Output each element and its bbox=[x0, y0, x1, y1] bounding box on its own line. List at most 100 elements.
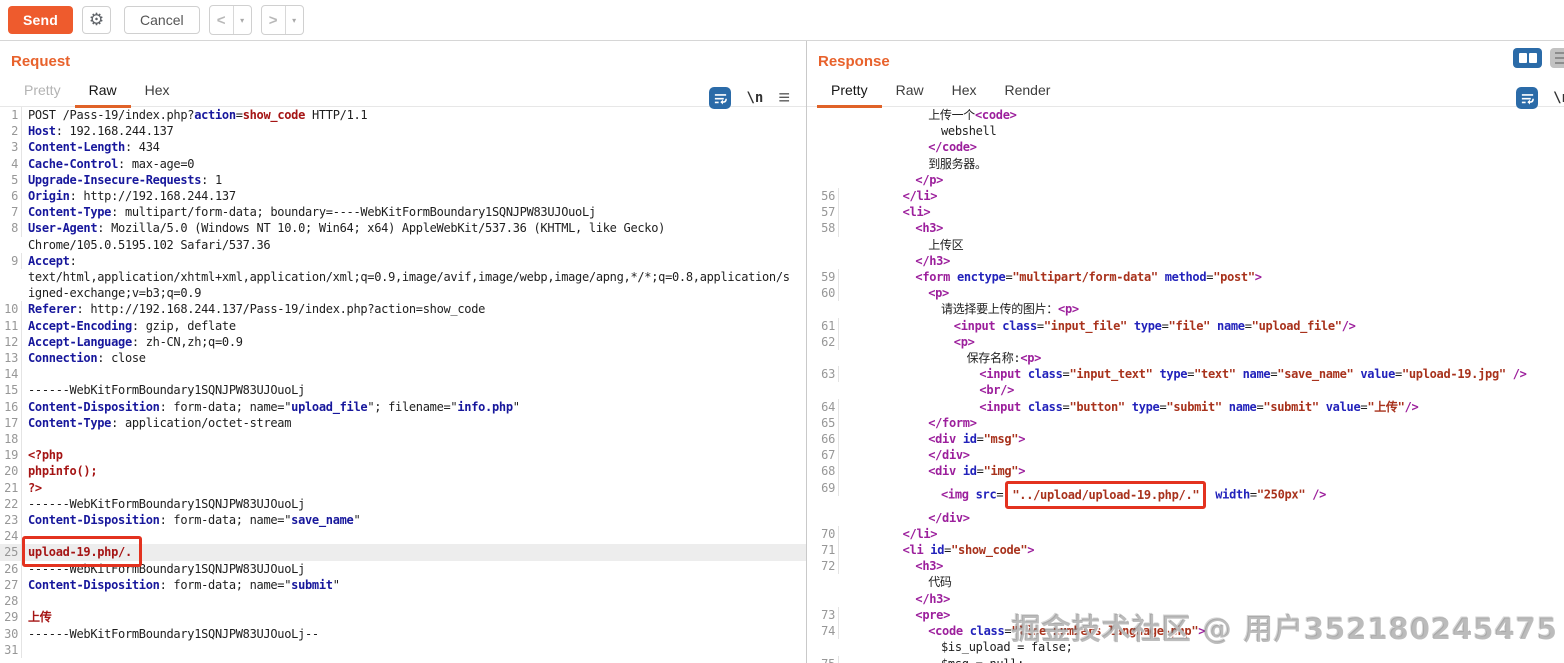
code-line: 68 <div id="img"> bbox=[807, 463, 1564, 480]
line-number: 70 bbox=[807, 525, 839, 543]
line-content: 保存名称:<p> bbox=[966, 351, 1042, 366]
code-line: 67 </div> bbox=[807, 447, 1564, 464]
line-content: Chrome/105.0.5195.102 Safari/537.36 bbox=[28, 237, 271, 252]
history-forward-combo: > ▾ bbox=[260, 5, 304, 35]
menu-icon[interactable]: ≡ bbox=[778, 88, 790, 108]
response-tabrow: Pretty Raw Hex Render bbox=[807, 74, 1564, 108]
line-number: 65 bbox=[807, 414, 839, 432]
line-content: ?> bbox=[28, 480, 42, 495]
line-content: <div id="img"> bbox=[928, 464, 1026, 479]
line-number: 60 bbox=[807, 285, 839, 302]
line-number: 59 bbox=[807, 269, 839, 286]
code-line: 到服务器。 bbox=[807, 156, 1564, 172]
code-line: 请选择要上传的图片：<p> bbox=[807, 301, 1564, 317]
response-icon-strip: \n bbox=[1516, 87, 1564, 109]
request-tabrow: Pretty Raw Hex bbox=[0, 74, 806, 108]
code-line: 保存名称:<p> bbox=[807, 350, 1564, 366]
line-content: Host: 192.168.244.137 bbox=[28, 124, 174, 139]
line-content: Accept-Encoding: gzip, deflate bbox=[28, 318, 236, 333]
line-content: <li> bbox=[902, 205, 931, 220]
line-number: 15 bbox=[0, 382, 22, 399]
line-number: 18 bbox=[0, 431, 22, 448]
line-content: Referer: http://192.168.244.137/Pass-19/… bbox=[28, 302, 486, 317]
line-content: <input class="input_file" type="file" na… bbox=[953, 318, 1356, 333]
code-line: 19 <?php bbox=[0, 447, 806, 464]
line-number: 25 bbox=[0, 544, 22, 561]
line-content: <img src= "../upload/upload-19.php/." wid… bbox=[839, 480, 1326, 510]
code-line: </h3> bbox=[807, 253, 1564, 269]
request-icon-strip: \n ≡ bbox=[709, 87, 790, 109]
code-line: 3 Content-Length: 434 bbox=[0, 139, 806, 156]
word-wrap-icon[interactable] bbox=[709, 87, 732, 109]
line-content: <code class="line-numbers language-php"> bbox=[928, 624, 1206, 639]
code-line: 72 <h3> bbox=[807, 558, 1564, 575]
split-columns-icon[interactable] bbox=[1513, 48, 1542, 68]
code-line: 24 bbox=[0, 528, 806, 545]
tab-hex[interactable]: Hex bbox=[131, 82, 184, 108]
code-line: 30 ------WebKitFormBoundary1SQNJPW83UJOuo… bbox=[0, 625, 806, 642]
code-line: 20 phpinfo(); bbox=[0, 463, 806, 480]
line-content: ------WebKitFormBoundary1SQNJPW83UJOuoLj bbox=[28, 383, 305, 398]
code-line: Chrome/105.0.5195.102 Safari/537.36 bbox=[0, 237, 806, 253]
code-line: 63 <input class="input_text" type="text" … bbox=[807, 366, 1564, 383]
word-wrap-icon[interactable] bbox=[1516, 87, 1539, 109]
send-button[interactable]: Send bbox=[8, 6, 74, 34]
red-annotation-box: upload-19.php/. bbox=[22, 536, 142, 567]
gear-icon[interactable]: ⚙ bbox=[82, 6, 112, 34]
back-dropdown-icon[interactable]: ▾ bbox=[232, 6, 251, 34]
tab-pretty[interactable]: Pretty bbox=[10, 82, 75, 108]
code-line: </h3> bbox=[807, 591, 1564, 607]
menu-icon-clipped[interactable] bbox=[1550, 48, 1564, 68]
layout-icons bbox=[1513, 48, 1564, 68]
line-content: igned-exchange;v=b3;q=0.9 bbox=[28, 286, 202, 301]
line-number: 26 bbox=[0, 560, 22, 577]
line-content: Content-Length: 434 bbox=[28, 140, 160, 155]
code-line: 18 bbox=[0, 431, 806, 448]
line-content: <li id="show_code"> bbox=[902, 543, 1035, 558]
code-line: 61 <input class="input_file" type="file" … bbox=[807, 317, 1564, 334]
line-number: 5 bbox=[0, 171, 22, 189]
forward-dropdown-icon[interactable]: ▾ bbox=[284, 6, 303, 34]
line-content: </div> bbox=[928, 448, 970, 463]
line-number: 23 bbox=[0, 512, 22, 529]
line-content: Cache-Control: max-age=0 bbox=[28, 156, 195, 171]
line-number: 73 bbox=[807, 606, 839, 624]
code-line: 5 Upgrade-Insecure-Requests: 1 bbox=[0, 171, 806, 189]
cancel-button[interactable]: Cancel bbox=[124, 6, 200, 34]
response-editor[interactable]: 上传一个<code> webshell </code> 到服务器。 </p> 56 </li… bbox=[807, 107, 1564, 663]
newline-toggle[interactable]: \n bbox=[746, 90, 763, 106]
line-content: Accept: bbox=[28, 253, 77, 268]
tab-raw[interactable]: Raw bbox=[882, 82, 938, 108]
request-response-split: Request Pretty Raw Hex \n ≡ 1 POST /Pass-19… bbox=[0, 41, 1564, 663]
line-number: 30 bbox=[0, 625, 22, 642]
line-content: <h3> bbox=[915, 559, 944, 574]
line-content: text/html,application/xhtml+xml,applicat… bbox=[28, 270, 790, 285]
line-number: 13 bbox=[0, 350, 22, 367]
line-number: 3 bbox=[0, 139, 22, 156]
line-content: 上传区 bbox=[928, 237, 964, 252]
line-content: POST /Pass-19/index.php?action=show_code… bbox=[28, 108, 368, 122]
line-content: </li> bbox=[902, 526, 938, 541]
tab-pretty[interactable]: Pretty bbox=[817, 82, 882, 108]
line-number: 14 bbox=[0, 366, 22, 383]
back-arrow-icon[interactable]: < bbox=[210, 6, 233, 34]
line-number: 58 bbox=[807, 220, 839, 237]
forward-arrow-icon[interactable]: > bbox=[262, 6, 285, 34]
code-line: 2 Host: 192.168.244.137 bbox=[0, 123, 806, 140]
line-number: 56 bbox=[807, 188, 839, 205]
tab-raw[interactable]: Raw bbox=[74, 82, 131, 108]
request-editor[interactable]: 1 POST /Pass-19/index.php?action=show_cod… bbox=[0, 107, 806, 658]
line-content: 代码 bbox=[928, 575, 952, 590]
code-line: 28 bbox=[0, 593, 806, 610]
line-content: <?php bbox=[28, 448, 63, 463]
tab-hex[interactable]: Hex bbox=[938, 82, 991, 108]
line-number: 31 bbox=[0, 641, 22, 658]
line-content: 到服务器。 bbox=[928, 156, 987, 171]
request-panel: Request Pretty Raw Hex \n ≡ 1 POST /Pass-19… bbox=[0, 41, 807, 663]
newline-toggle[interactable]: \n bbox=[1553, 90, 1564, 106]
tab-render[interactable]: Render bbox=[991, 82, 1065, 108]
line-content: Origin: http://192.168.244.137 bbox=[28, 189, 236, 204]
code-line: 7 Content-Type: multipart/form-data; boun… bbox=[0, 204, 806, 221]
code-line: 11 Accept-Encoding: gzip, deflate bbox=[0, 317, 806, 334]
line-content: <input class="input_text" type="text" na… bbox=[979, 367, 1527, 382]
